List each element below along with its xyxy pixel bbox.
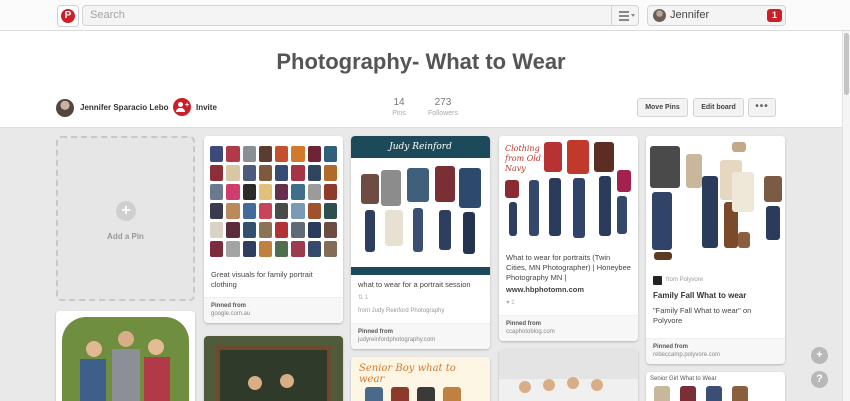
image-title: Senior Boy what to wear: [359, 363, 456, 385]
image-banner-text: Judy Reinford: [389, 142, 452, 152]
search-input[interactable]: [90, 6, 610, 25]
plus-icon: +: [116, 201, 136, 221]
notification-badge[interactable]: 1: [767, 9, 782, 22]
pinned-from-site[interactable]: google.com.au: [211, 310, 336, 318]
like-count: 1: [511, 300, 515, 306]
pinned-from-label: Pinned from: [211, 303, 247, 309]
pin-image[interactable]: Senior Girl What to Wear: [646, 372, 785, 401]
board-title: Photography- What to Wear: [276, 49, 566, 74]
pin-via-row[interactable]: from Polyvore: [646, 273, 785, 289]
edit-board-button[interactable]: Edit board: [693, 98, 744, 117]
pin-via-text: from Polyvore: [666, 277, 704, 283]
pins-count-stat[interactable]: 14 Pins: [389, 97, 409, 119]
image-title: Clothing from Old Navy: [505, 144, 541, 173]
pin-footer[interactable]: Pinned from rebeccamp.polyvore.com: [646, 338, 785, 364]
pin-repins[interactable]: ⇅ 1: [351, 292, 490, 305]
pins-count: 14: [393, 97, 405, 108]
owner-name-link[interactable]: Jennifer Sparacio Lebo: [80, 100, 168, 116]
pinned-from-label: Pinned from: [358, 329, 394, 335]
image-footer-band: [351, 267, 490, 275]
image-banner: Judy Reinford: [351, 136, 490, 158]
pin-description: "Family Fall What to wear" on Polyvore: [653, 306, 752, 325]
pin-image[interactable]: [204, 336, 343, 401]
pin-footer[interactable]: Pinned from judyreinfordphotography.com: [351, 323, 490, 349]
pin-title[interactable]: Family Fall What to wear: [646, 289, 785, 303]
pins-label: Pins: [392, 110, 406, 117]
pin-card[interactable]: [204, 336, 343, 401]
more-options-button[interactable]: •••: [748, 98, 776, 117]
help-button[interactable]: ?: [811, 371, 828, 388]
polyvore-icon: [653, 276, 662, 285]
pin-image[interactable]: [56, 311, 195, 401]
user-menu-button[interactable]: Jennifer 1: [647, 5, 786, 26]
pinned-from-site[interactable]: rebeccamp.polyvore.com: [653, 351, 778, 359]
pin-card[interactable]: Clothing from Old Navy What to wear for …: [499, 136, 638, 341]
pin-description: What to wear for portraits (Twin Cities,…: [506, 253, 631, 282]
pinterest-logo-icon: P: [61, 9, 75, 23]
pin-likes[interactable]: ♥ 1: [499, 297, 638, 310]
pin-card[interactable]: Great visuals for family portrait clothi…: [204, 136, 343, 323]
pin-card[interactable]: Senior Boy what to wear: [351, 357, 490, 401]
pinned-from-label: Pinned from: [653, 344, 689, 350]
pin-card[interactable]: [56, 311, 195, 401]
move-pins-button[interactable]: Move Pins: [637, 98, 688, 117]
followers-count: 273: [434, 97, 452, 108]
search-box: [82, 5, 639, 26]
pin-description: Great visuals for family portrait clothi…: [211, 270, 313, 289]
repin-count: 1: [364, 295, 369, 301]
user-name: Jennifer: [670, 9, 710, 21]
pin-description: what to wear for a portrait session: [358, 280, 471, 289]
pin-footer[interactable]: Pinned from google.com.au: [204, 297, 343, 323]
pin-image[interactable]: Judy Reinford: [351, 136, 490, 275]
user-avatar: [653, 9, 666, 22]
pin-card[interactable]: [499, 349, 638, 401]
followers-count-stat[interactable]: 273 Followers: [424, 97, 462, 119]
pin-source[interactable]: from Judy Reinford Photography: [351, 305, 490, 319]
pin-image[interactable]: [204, 136, 343, 265]
pin-image[interactable]: [499, 349, 638, 401]
image-caption: Senior Girl What to Wear: [650, 376, 717, 382]
pin-card[interactable]: Senior Girl What to Wear: [646, 372, 785, 401]
pin-image[interactable]: [646, 136, 785, 273]
pin-card[interactable]: from Polyvore Family Fall What to wear "…: [646, 136, 785, 364]
pinned-from-site[interactable]: judyreinfordphotography.com: [358, 336, 483, 344]
search-category-menu-icon[interactable]: [611, 6, 638, 25]
pin-description-link[interactable]: www.hbphotomn.com: [499, 285, 638, 297]
top-navigation-bar: P Jennifer 1: [0, 0, 850, 31]
pin-image[interactable]: Clothing from Old Navy: [499, 136, 638, 248]
pin-image[interactable]: Senior Boy what to wear: [351, 357, 490, 401]
pin-card[interactable]: Judy Reinford what to wear for a portrai…: [351, 136, 490, 349]
add-pin-card[interactable]: + Add a Pin: [56, 136, 195, 301]
pinned-from-label: Pinned from: [506, 321, 542, 327]
owner-avatar[interactable]: [56, 99, 74, 117]
add-pin-floating-button[interactable]: +: [811, 347, 828, 364]
pinned-from-site[interactable]: ccaphotoblog.com: [506, 328, 631, 336]
pin-footer[interactable]: Pinned from ccaphotoblog.com: [499, 315, 638, 341]
invite-icon[interactable]: +: [173, 98, 191, 116]
invite-link[interactable]: Invite: [196, 100, 217, 116]
board-header: Photography- What to Wear Jennifer Spara…: [0, 31, 850, 128]
add-pin-label: Add a Pin: [107, 232, 144, 241]
scrollbar-thumb[interactable]: [844, 33, 849, 95]
followers-label: Followers: [428, 110, 458, 117]
pinterest-logo[interactable]: P: [57, 5, 79, 27]
scrollbar[interactable]: [842, 31, 850, 401]
